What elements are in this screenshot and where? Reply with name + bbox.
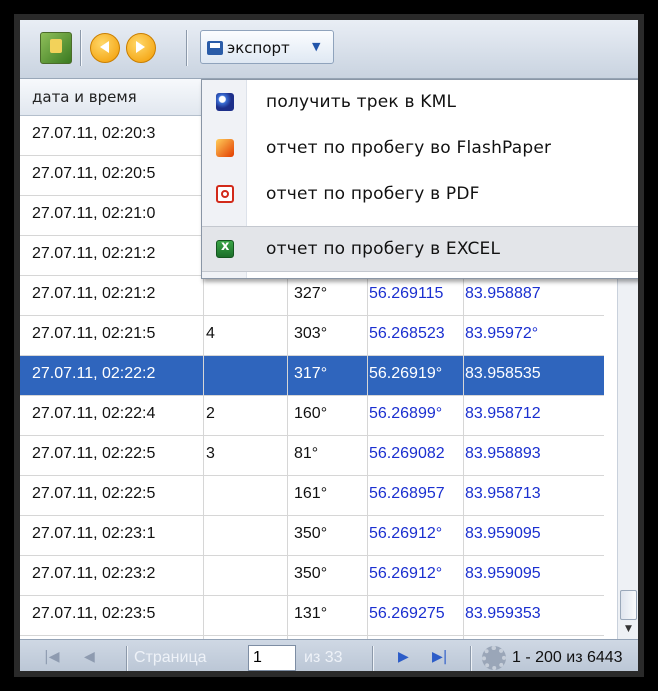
arrow-left-icon [100, 41, 109, 53]
cell-longitude: 83.959095 [465, 565, 541, 582]
cell-datetime: 27.07.11, 02:23:2 [32, 565, 156, 582]
cell-course: 350° [294, 565, 328, 582]
cell-datetime: 27.07.11, 02:21:2 [32, 285, 156, 302]
next-button[interactable] [126, 33, 156, 63]
cell-longitude: 83.959353 [465, 605, 541, 622]
excel-icon [216, 239, 234, 258]
cell-longitude: 83.958535 [465, 365, 541, 382]
cell-datetime: 27.07.11, 02:22:2 [32, 365, 156, 382]
cell-datetime: 27.07.11, 02:21:5 [32, 325, 156, 342]
table-row[interactable]: 27.07.11, 02:21:5 4 303° 56.268523 83.95972° [20, 316, 604, 356]
cell-datetime: 27.07.11, 02:23:5 [32, 605, 156, 622]
cell-course: 131° [294, 605, 328, 622]
cell-latitude: 56.268957 [369, 485, 445, 502]
menu-item-label: отчет по пробегу в PDF [266, 184, 480, 204]
pager-separator [372, 646, 374, 671]
menu-item-label: отчет по пробегу во FlashPaper [266, 138, 552, 158]
cell-longitude: 83.959095 [465, 525, 541, 542]
record-count: 1 - 200 из 6443 [512, 649, 623, 666]
pdf-icon [216, 185, 234, 203]
page-number-input[interactable] [248, 645, 296, 671]
toolbar-separator [80, 30, 82, 66]
last-page-icon[interactable]: ▶| [432, 649, 447, 665]
menu-item-excel[interactable]: отчет по пробегу в EXCEL [202, 226, 638, 272]
menu-item-label: получить трек в KML [266, 92, 457, 112]
table-row[interactable]: 27.07.11, 02:23:5 131° 56.269275 83.959353 [20, 596, 604, 636]
cell-course: 81° [294, 445, 319, 462]
cell-course: 161° [294, 485, 328, 502]
cell-latitude: 56.26919° [369, 365, 443, 382]
cell-latitude: 56.269115 [369, 285, 444, 302]
window-frame: экспорт ▼ дата и время 27.07.11, 02:20:3… [14, 14, 644, 677]
cell-course: 327° [294, 285, 328, 302]
cell-number: 2 [206, 405, 215, 422]
cell-longitude: 83.958887 [465, 285, 541, 302]
map-icon[interactable] [40, 32, 72, 64]
paging-toolbar: |◀ ◀ Страница из 33 ▶ ▶| 1 - 200 из 6443 [20, 639, 638, 671]
floppy-disk-icon [207, 41, 223, 55]
previous-page-icon[interactable]: ◀ [84, 649, 95, 665]
cell-longitude: 83.958893 [465, 445, 541, 462]
cell-datetime: 27.07.11, 02:21:0 [32, 205, 156, 222]
page-label: Страница [134, 649, 207, 666]
cell-datetime: 27.07.11, 02:22:5 [32, 485, 156, 502]
cell-number: 3 [206, 445, 215, 462]
menu-item-pdf[interactable]: отчет по пробегу в PDF [202, 172, 638, 218]
cell-course: 303° [294, 325, 328, 342]
cell-datetime: 27.07.11, 02:21:2 [32, 245, 156, 262]
cell-longitude: 83.95972° [465, 325, 539, 342]
table-row[interactable]: 27.07.11, 02:22:5 161° 56.268957 83.958713 [20, 476, 604, 516]
toolbar: экспорт ▼ [20, 20, 638, 79]
cell-course: 160° [294, 405, 328, 422]
chevron-down-icon: ▼ [312, 40, 321, 53]
table-row[interactable]: 27.07.11, 02:22:4 2 160° 56.26899° 83.958712 [20, 396, 604, 436]
google-earth-icon [216, 93, 234, 111]
export-menu: получить трек в KML отчет по пробегу во … [201, 79, 638, 279]
cell-datetime: 27.07.11, 02:20:5 [32, 165, 156, 182]
cell-datetime: 27.07.11, 02:22:5 [32, 445, 156, 462]
first-page-icon[interactable]: |◀ [44, 649, 59, 665]
cell-datetime: 27.07.11, 02:23:1 [32, 525, 156, 542]
next-page-icon[interactable]: ▶ [398, 649, 409, 665]
cell-course: 317° [294, 365, 328, 382]
arrow-right-icon [136, 41, 145, 53]
export-button[interactable]: экспорт ▼ [200, 30, 334, 64]
cell-longitude: 83.958712 [465, 405, 541, 422]
previous-button[interactable] [90, 33, 120, 63]
cell-latitude: 56.26912° [369, 565, 443, 582]
table-row[interactable]: 27.07.11, 02:23:1 350° 56.26912° 83.959095 [20, 516, 604, 556]
menu-item-kml[interactable]: получить трек в KML [202, 80, 638, 126]
cell-latitude: 56.26912° [369, 525, 443, 542]
flashpaper-icon [216, 139, 234, 157]
cell-number: 4 [206, 325, 215, 342]
toolbar-separator [186, 30, 188, 66]
menu-item-flashpaper[interactable]: отчет по пробегу во FlashPaper [202, 126, 638, 172]
menu-item-label: отчет по пробегу в EXCEL [266, 239, 501, 259]
cell-datetime: 27.07.11, 02:20:3 [32, 125, 156, 142]
cell-latitude: 56.269275 [369, 605, 445, 622]
refresh-icon[interactable] [482, 646, 506, 670]
scroll-down-arrow-icon[interactable]: ▼ [620, 621, 637, 637]
page-total-label: из 33 [304, 649, 343, 666]
cell-course: 350° [294, 525, 328, 542]
column-header-datetime[interactable]: дата и время [32, 88, 137, 106]
scrollbar-thumb[interactable] [620, 590, 637, 620]
cell-datetime: 27.07.11, 02:22:4 [32, 405, 156, 422]
table-row[interactable]: 27.07.11, 02:22:2 317° 56.26919° 83.958535 [20, 356, 604, 396]
export-button-label: экспорт [227, 39, 290, 57]
table-row[interactable]: 27.07.11, 02:23:2 350° 56.26912° 83.959095 [20, 556, 604, 596]
track-panel: экспорт ▼ дата и время 27.07.11, 02:20:3… [20, 20, 638, 671]
pager-separator [470, 646, 472, 671]
cell-longitude: 83.958713 [465, 485, 541, 502]
cell-latitude: 56.26899° [369, 405, 443, 422]
table-row[interactable]: 27.07.11, 02:22:5 3 81° 56.269082 83.958893 [20, 436, 604, 476]
pager-separator [126, 646, 128, 671]
cell-latitude: 56.268523 [369, 325, 445, 342]
cell-latitude: 56.269082 [369, 445, 445, 462]
table-row[interactable]: 27.07.11, 02:21:2 327° 56.269115 83.958887 [20, 276, 604, 316]
